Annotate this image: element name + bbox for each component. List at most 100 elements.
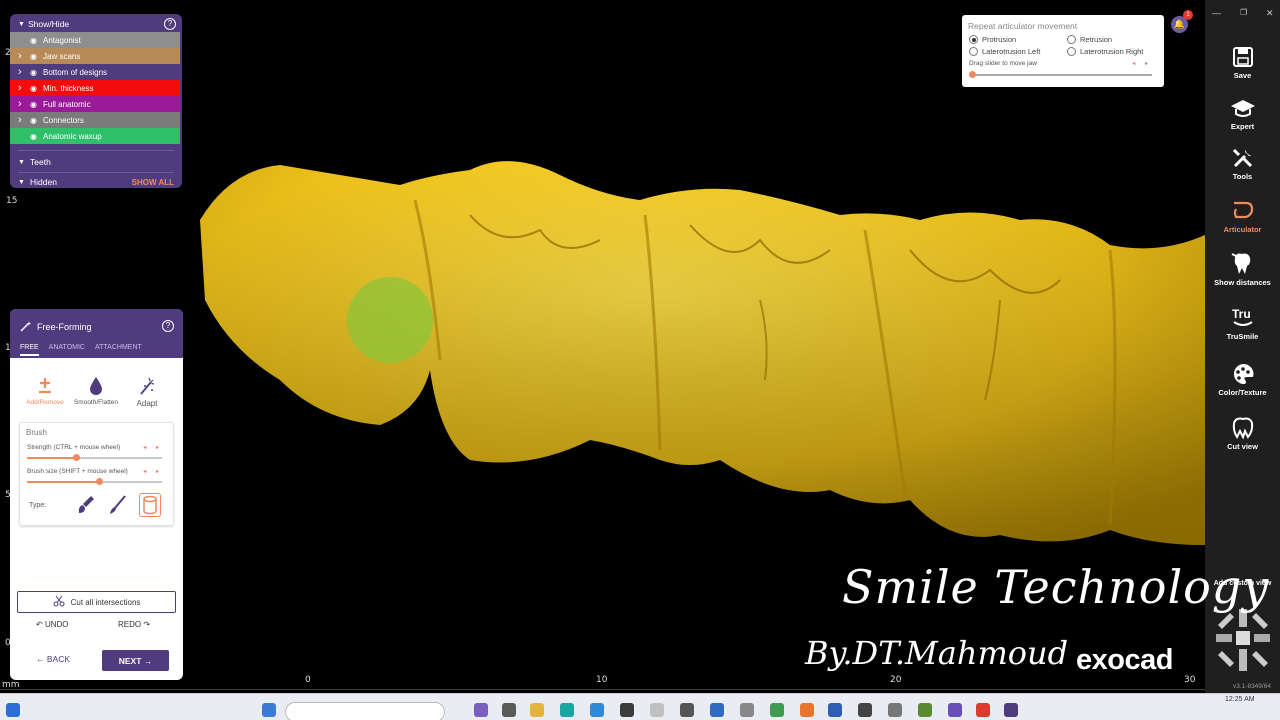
chevron-right-icon[interactable]: ›: [18, 50, 30, 62]
minimize-icon[interactable]: —: [1212, 8, 1221, 18]
fine-brush-icon[interactable]: [108, 494, 128, 521]
eye-icon[interactable]: ◉: [30, 116, 42, 125]
smooth-flatten-tool[interactable]: Smooth/Flatten: [71, 373, 121, 406]
taskbar-app-icon[interactable]: [948, 703, 962, 717]
chevron-right-icon[interactable]: ›: [18, 82, 30, 94]
eye-icon[interactable]: ◉: [30, 100, 42, 109]
brush-size-knob[interactable]: [95, 478, 103, 485]
chevron-right-icon[interactable]: ›: [18, 114, 30, 126]
articulator-movement-panel: Repeat articulator movement Protrusion R…: [962, 15, 1164, 87]
brush-size-arrows[interactable]: ◂ ▸: [143, 468, 163, 475]
show-all-button[interactable]: SHOW ALL: [132, 178, 174, 187]
hidden-group[interactable]: ▼ Hidden SHOW ALL: [10, 173, 182, 191]
taskbar-app-icon[interactable]: [262, 703, 276, 717]
expert-button[interactable]: Expert: [1205, 94, 1280, 131]
articulator-icon: [1205, 197, 1280, 225]
version-label: v3.1-8349/64: [1233, 683, 1271, 690]
next-button[interactable]: NEXT →: [102, 650, 169, 671]
droplet-icon: [71, 373, 121, 399]
adapt-tool[interactable]: Adapt: [122, 373, 172, 408]
paintbrush-icon[interactable]: [76, 494, 96, 521]
folder-icon[interactable]: [530, 703, 544, 717]
taskbar-app-icon[interactable]: [560, 703, 574, 717]
taskbar-app-icon[interactable]: [620, 703, 634, 717]
cut-view-button[interactable]: Cut view: [1205, 414, 1280, 451]
cut-view-label: Cut view: [1227, 442, 1258, 451]
windows-start-icon[interactable]: [6, 703, 20, 717]
layer-row[interactable]: › ◉ Full anatomic: [10, 96, 180, 112]
layer-row[interactable]: ◉ Anatomic waxup: [10, 128, 180, 144]
layer-row[interactable]: › ◉ Jaw scans: [10, 48, 180, 64]
jaw-slider[interactable]: [970, 74, 1152, 76]
chevron-right-icon[interactable]: ›: [18, 98, 30, 110]
show-distances-button[interactable]: Show distances: [1205, 250, 1280, 287]
add-remove-tool[interactable]: Add/Remove: [20, 373, 70, 406]
taskbar-app-icon[interactable]: [976, 703, 990, 717]
layer-row[interactable]: ◉ Antagonist: [10, 32, 180, 48]
eye-icon[interactable]: ◉: [30, 84, 42, 93]
tooth-bridge-model[interactable]: [200, 161, 1205, 545]
restore-icon[interactable]: ❐: [1240, 8, 1247, 17]
tool-label: Smooth/Flatten: [73, 399, 119, 406]
jaw-slider-arrows[interactable]: ◂ ▸: [1132, 60, 1152, 67]
show-hide-header[interactable]: ▼ Show/Hide ?: [10, 16, 182, 32]
articulator-label: Articulator: [1223, 225, 1262, 234]
strength-slider[interactable]: [27, 454, 162, 461]
tab-free[interactable]: FREE: [20, 344, 39, 356]
undo-button[interactable]: ↶ UNDO: [36, 620, 69, 629]
save-button[interactable]: Save: [1205, 43, 1280, 80]
tab-anatomic[interactable]: ANATOMIC: [49, 344, 85, 356]
eye-icon[interactable]: ◉: [30, 132, 42, 141]
taskbar-app-icon[interactable]: [918, 703, 932, 717]
taskbar-app-icon[interactable]: [858, 703, 872, 717]
taskbar-app-icon[interactable]: [800, 703, 814, 717]
back-button[interactable]: ← BACK: [36, 654, 70, 664]
brush-size-slider[interactable]: [27, 478, 162, 485]
articulator-button[interactable]: Articulator: [1205, 197, 1280, 234]
trusmile-button[interactable]: Tru TruSmile: [1205, 304, 1280, 341]
taskbar-app-icon[interactable]: [680, 703, 694, 717]
layer-row[interactable]: › ◉ Min. thickness: [10, 80, 180, 96]
radio-laterotrusion-left[interactable]: Laterotrusion Left: [969, 47, 1040, 56]
taskbar-app-icon[interactable]: [740, 703, 754, 717]
layer-row[interactable]: › ◉ Bottom of designs: [10, 64, 180, 80]
taskbar-app-icon[interactable]: [828, 703, 842, 717]
radio-laterotrusion-right[interactable]: Laterotrusion Right: [1067, 47, 1143, 56]
brush-settings: Brush Strength (CTRL + mouse wheel) ◂ ▸ …: [19, 422, 174, 526]
eye-icon[interactable]: ◉: [30, 36, 42, 45]
jaw-slider-knob[interactable]: [969, 71, 976, 78]
taskbar-app-icon[interactable]: [474, 703, 488, 717]
tools-button[interactable]: Tools: [1205, 144, 1280, 181]
radio-retrusion[interactable]: Retrusion: [1067, 35, 1112, 44]
view-navigator-icon[interactable]: [1212, 605, 1274, 680]
color-texture-button[interactable]: Color/Texture: [1205, 360, 1280, 397]
taskbar-app-icon[interactable]: [502, 703, 516, 717]
help-icon[interactable]: ?: [164, 18, 176, 30]
save-label: Save: [1233, 71, 1252, 80]
notification-bell[interactable]: 🔔 1: [1171, 10, 1193, 33]
cylinder-brush-icon[interactable]: [139, 493, 161, 517]
taskbar-app-icon[interactable]: [650, 703, 664, 717]
taskbar-app-icon[interactable]: [710, 703, 724, 717]
redo-button[interactable]: REDO ↷: [118, 620, 150, 629]
help-icon[interactable]: ?: [162, 320, 174, 332]
eye-icon[interactable]: ◉: [30, 52, 42, 61]
next-label: NEXT: [118, 655, 142, 666]
teeth-group[interactable]: ▼ Teeth: [10, 153, 182, 171]
strength-arrows[interactable]: ◂ ▸: [143, 444, 163, 451]
taskbar-app-icon[interactable]: [590, 703, 604, 717]
close-icon[interactable]: ✕: [1266, 8, 1274, 19]
radio-protrusion[interactable]: Protrusion: [969, 35, 1016, 44]
taskbar-app-icon[interactable]: [770, 703, 784, 717]
undo-icon: ↶: [36, 620, 45, 629]
exocad-taskbar-icon[interactable]: [1004, 703, 1018, 717]
cut-all-intersections-button[interactable]: Cut all intersections: [17, 591, 176, 613]
taskbar-app-icon[interactable]: [888, 703, 902, 717]
eye-icon[interactable]: ◉: [30, 68, 42, 77]
strength-knob[interactable]: [72, 454, 80, 461]
layer-row[interactable]: › ◉ Connectors: [10, 112, 180, 128]
chevron-right-icon[interactable]: ›: [18, 66, 30, 78]
radio-indicator: [1067, 35, 1076, 44]
taskbar-search-input[interactable]: [285, 702, 445, 720]
tab-attachment[interactable]: ATTACHMENT: [95, 344, 142, 356]
